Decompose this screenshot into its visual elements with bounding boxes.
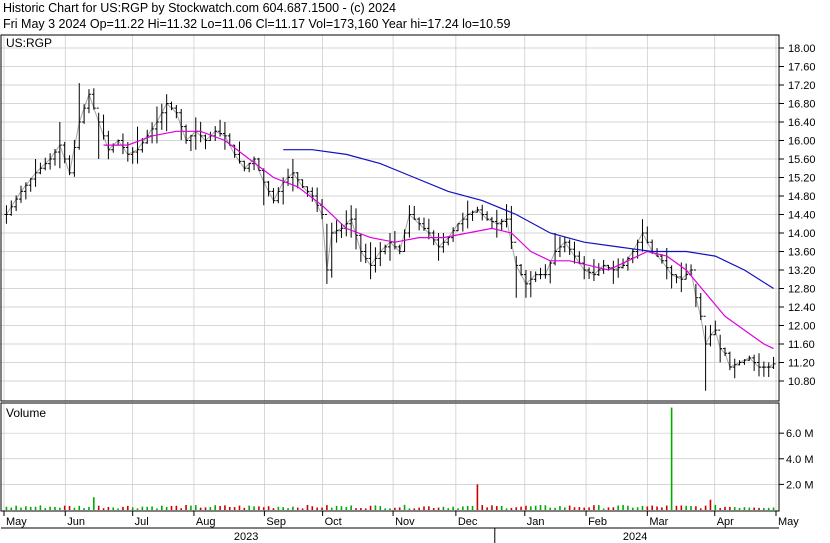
month-label: Dec: [458, 516, 478, 528]
month-label: Oct: [325, 516, 342, 528]
price-tick-label: 10.80: [788, 376, 816, 388]
month-label: Sep: [266, 516, 286, 528]
stock-chart: US:RGP Volume 18.0017.6017.2016.8016.401…: [0, 34, 816, 543]
volume-tick-label: 4.0 M: [786, 454, 814, 466]
price-tick-label: 12.80: [788, 284, 816, 296]
month-label: May: [778, 516, 799, 528]
month-label: May: [6, 516, 27, 528]
month-label: Mar: [649, 516, 668, 528]
month-label: Nov: [395, 516, 415, 528]
month-label: Jan: [527, 516, 545, 528]
price-series: [5, 92, 774, 368]
price-tick-label: 15.60: [788, 154, 816, 166]
price-axis: 18.00 17.60 17.20 16.80 16.40 16.00 15.60 15.20…: [779, 43, 816, 388]
price-tick-label: 13.20: [788, 265, 816, 277]
price-tick-label: 17.20: [788, 80, 816, 92]
price-tick-label: 18.00: [788, 43, 816, 55]
year-label: 2023: [234, 531, 258, 543]
year-label: 2024: [623, 531, 647, 543]
moving-average-long: [283, 149, 774, 290]
month-label: Feb: [588, 516, 607, 528]
volume-tick-label: 6.0 M: [786, 428, 814, 440]
volume-panel-frame: [0, 402, 780, 512]
month-label: Apr: [717, 516, 734, 528]
price-panel-label: US:RGP: [6, 36, 52, 50]
volume-tick-label: 2.0 M: [786, 479, 814, 491]
price-panel-frame: [0, 34, 780, 402]
price-tick-label: 11.20: [788, 358, 815, 370]
price-tick-label: 16.80: [788, 99, 816, 111]
price-grid: [1, 35, 779, 511]
price-tick-label: 14.00: [788, 228, 816, 240]
price-tick-label: 14.40: [788, 210, 816, 222]
price-tick-label: 12.40: [788, 302, 816, 314]
volume-grid: [1, 432, 779, 485]
price-tick-label: 13.60: [788, 247, 816, 259]
month-label: Jul: [135, 516, 149, 528]
price-tick-label: 17.60: [788, 62, 816, 74]
volume-panel-label: Volume: [6, 406, 46, 420]
price-tick-label: 15.20: [788, 173, 816, 185]
month-label: Jun: [67, 516, 85, 528]
price-tick-label: 16.40: [788, 117, 816, 129]
price-tick-label: 16.00: [788, 136, 816, 148]
month-label: Aug: [196, 516, 216, 528]
price-tick-label: 14.80: [788, 191, 816, 203]
price-tick-label: 12.00: [788, 321, 816, 333]
price-tick-label: 11.60: [788, 339, 815, 351]
volume-axis: 6.0 M 4.0 M 2.0 M: [779, 428, 814, 491]
price-bars: [4, 83, 776, 391]
date-axis: May Jun Jul Aug Sep Oct Nov Dec Jan Feb Mar Apr May 2…: [1, 511, 799, 543]
